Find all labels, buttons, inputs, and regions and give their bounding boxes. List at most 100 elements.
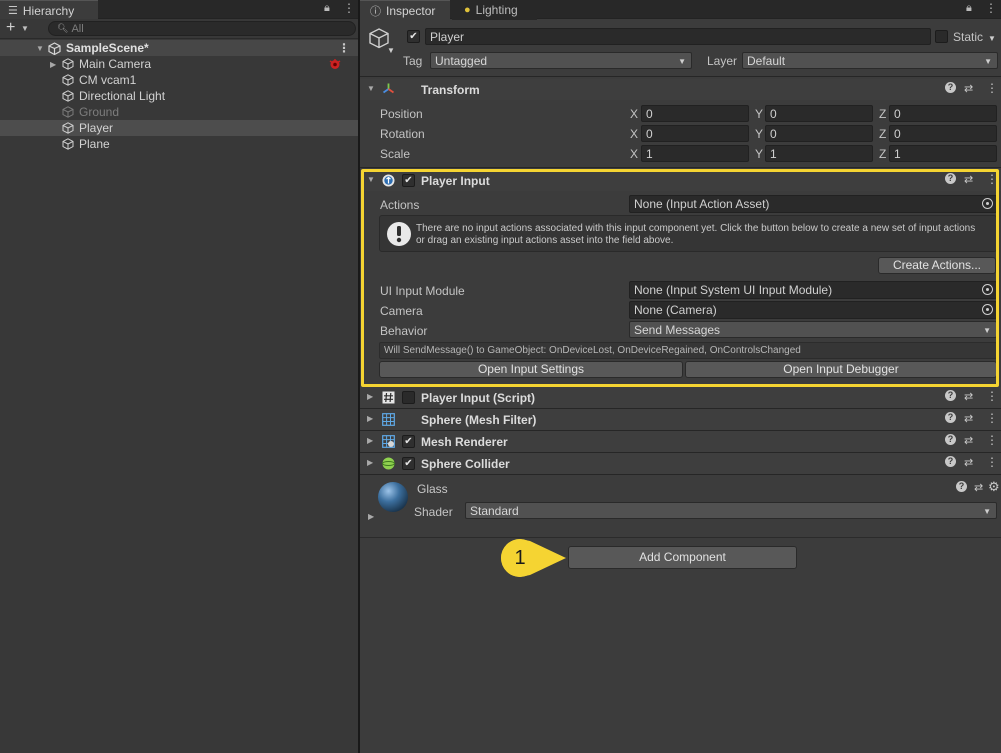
actions-object-field[interactable]: None (Input Action Asset) xyxy=(629,195,997,213)
object-picker-icon[interactable] xyxy=(982,304,993,315)
static-dropdown-caret-icon[interactable]: ▼ xyxy=(988,34,996,43)
create-plus-icon[interactable]: + xyxy=(6,20,15,36)
scale-z-field[interactable]: 1 xyxy=(889,145,997,162)
lock-icon[interactable]: 🔒︎ xyxy=(324,2,330,15)
mesh-renderer-header[interactable]: ▶ ✔ Mesh Renderer ? ⇄ ⋮ xyxy=(360,431,1001,452)
rotation-y-field[interactable]: 0 xyxy=(765,125,873,142)
object-picker-icon[interactable] xyxy=(982,284,993,295)
fold-closed-icon[interactable]: ▶ xyxy=(367,414,373,423)
rotation-z-field[interactable]: 0 xyxy=(889,125,997,142)
component-menu-icon[interactable]: ⋮ xyxy=(986,172,998,186)
create-dropdown-caret-icon[interactable]: ▼ xyxy=(21,24,29,33)
tab-hierarchy[interactable]: ☰ Hierarchy xyxy=(0,0,98,20)
axis-y-label: Y xyxy=(755,127,764,141)
cinemachine-brain-icon xyxy=(329,59,341,69)
shader-dropdown[interactable]: Standard ▼ xyxy=(465,502,997,519)
component-menu-icon[interactable]: ⋮ xyxy=(986,433,998,447)
scene-row[interactable]: ▼ SampleScene* ⋮ xyxy=(0,40,358,56)
panel-menu-icon[interactable]: ⋮ xyxy=(985,1,997,15)
help-icon[interactable]: ? xyxy=(956,481,967,492)
help-icon[interactable]: ? xyxy=(945,434,956,445)
fold-closed-icon[interactable]: ▶ xyxy=(367,392,373,401)
rotation-label: Rotation xyxy=(380,127,425,141)
tab-inspector[interactable]: ⓘ Inspector xyxy=(360,0,450,20)
behavior-value: Send Messages xyxy=(634,322,721,337)
object-name-field[interactable]: Player xyxy=(425,28,931,45)
object-picker-icon[interactable] xyxy=(982,198,993,209)
fold-closed-icon[interactable]: ▶ xyxy=(367,458,373,467)
fold-open-icon[interactable]: ▼ xyxy=(367,175,375,184)
chevron-down-icon: ▼ xyxy=(983,326,991,335)
preset-sliders-icon[interactable]: ⇄ xyxy=(964,82,973,95)
hierarchy-item-player[interactable]: Player xyxy=(0,120,358,136)
hierarchy-item-plane[interactable]: Plane xyxy=(0,136,358,152)
sphere-collider-header[interactable]: ▶ ✔ Sphere Collider ? ⇄ ⋮ xyxy=(360,453,1001,474)
fold-open-icon[interactable]: ▼ xyxy=(36,44,44,53)
component-menu-icon[interactable]: ⋮ xyxy=(986,81,998,95)
gear-icon[interactable]: ⚙ xyxy=(988,479,1000,495)
create-actions-button[interactable]: Create Actions... xyxy=(878,257,996,274)
fold-closed-icon[interactable]: ▶ xyxy=(50,60,56,69)
component-menu-icon[interactable]: ⋮ xyxy=(986,455,998,469)
preset-sliders-icon[interactable]: ⇄ xyxy=(974,481,983,494)
mesh-renderer-enabled-checkbox[interactable]: ✔ xyxy=(402,435,415,448)
scale-y-field[interactable]: 1 xyxy=(765,145,873,162)
transform-header[interactable]: ▼ Transform ? ⇄ ⋮ xyxy=(360,79,1001,100)
tag-value: Untagged xyxy=(435,53,488,68)
behavior-dropdown[interactable]: Send Messages ▼ xyxy=(629,321,997,338)
hierarchy-item-cm-vcam1[interactable]: CM vcam1 xyxy=(0,72,358,88)
component-menu-icon[interactable]: ⋮ xyxy=(986,389,998,403)
preset-sliders-icon[interactable]: ⇄ xyxy=(964,434,973,447)
hierarchy-item-directional-light[interactable]: Directional Light xyxy=(0,88,358,104)
hierarchy-search-input[interactable]: 🔍︎ All xyxy=(48,21,356,36)
preset-sliders-icon[interactable]: ⇄ xyxy=(964,456,973,469)
help-icon[interactable]: ? xyxy=(945,456,956,467)
add-component-button[interactable]: Add Component xyxy=(568,546,797,569)
fold-closed-icon[interactable]: ▶ xyxy=(368,512,374,521)
help-icon[interactable]: ? xyxy=(945,390,956,401)
position-x-field[interactable]: 0 xyxy=(641,105,749,122)
camera-field[interactable]: None (Camera) xyxy=(629,301,997,319)
component-menu-icon[interactable]: ⋮ xyxy=(986,411,998,425)
mesh-renderer-icon xyxy=(382,435,395,448)
fold-open-icon[interactable]: ▼ xyxy=(367,84,375,93)
chevron-down-icon: ▼ xyxy=(983,507,991,516)
preset-sliders-icon[interactable]: ⇄ xyxy=(964,412,973,425)
tag-dropdown[interactable]: Untagged ▼ xyxy=(430,52,692,69)
rotation-x-field[interactable]: 0 xyxy=(641,125,749,142)
help-icon[interactable]: ? xyxy=(945,82,956,93)
player-input-header[interactable]: ▼ ✔ Player Input ? ⇄ ⋮ xyxy=(360,170,1001,191)
material-preview-sphere[interactable] xyxy=(377,481,409,513)
preset-sliders-icon[interactable]: ⇄ xyxy=(964,390,973,403)
hierarchy-item-ground[interactable]: Ground xyxy=(0,104,358,120)
preset-sliders-icon[interactable]: ⇄ xyxy=(964,173,973,186)
player-input-enabled-checkbox[interactable]: ✔ xyxy=(402,174,415,187)
hierarchy-item-main-camera[interactable]: ▶ Main Camera xyxy=(0,56,358,72)
ui-input-module-field[interactable]: None (Input System UI Input Module) xyxy=(629,281,997,299)
position-y-field[interactable]: 0 xyxy=(765,105,873,122)
position-z-field[interactable]: 0 xyxy=(889,105,997,122)
active-checkbox[interactable]: ✔ xyxy=(407,30,420,43)
script-enabled-checkbox[interactable] xyxy=(402,391,415,404)
player-input-script-header[interactable]: ▶ Player Input (Script) ? ⇄ ⋮ xyxy=(360,387,1001,408)
fold-closed-icon[interactable]: ▶ xyxy=(367,436,373,445)
icon-dropdown-caret-icon[interactable]: ▼ xyxy=(387,46,395,55)
scale-label: Scale xyxy=(380,147,411,161)
help-icon[interactable]: ? xyxy=(945,412,956,423)
layer-dropdown[interactable]: Default ▼ xyxy=(742,52,998,69)
panel-menu-icon[interactable]: ⋮ xyxy=(343,1,355,15)
static-checkbox[interactable] xyxy=(935,30,948,43)
tab-lighting[interactable]: ● Lighting xyxy=(452,0,537,20)
scene-menu-icon[interactable]: ⋮ xyxy=(338,41,350,55)
help-icon[interactable]: ? xyxy=(945,173,956,184)
scale-x-field[interactable]: 1 xyxy=(641,145,749,162)
mesh-filter-header[interactable]: ▶ Sphere (Mesh Filter) ? ⇄ ⋮ xyxy=(360,409,1001,430)
gameobject-cube-icon xyxy=(62,58,74,70)
lock-icon[interactable]: 🔒︎ xyxy=(966,2,972,15)
hierarchy-panel: ☰ Hierarchy 🔒︎ ⋮ + ▼ 🔍︎ All ▼ SampleScen… xyxy=(0,0,358,753)
camera-label: Camera xyxy=(380,304,423,318)
open-input-debugger-button[interactable]: Open Input Debugger xyxy=(685,361,997,378)
open-input-settings-button[interactable]: Open Input Settings xyxy=(379,361,683,378)
shader-value: Standard xyxy=(470,503,519,518)
sphere-collider-enabled-checkbox[interactable]: ✔ xyxy=(402,457,415,470)
